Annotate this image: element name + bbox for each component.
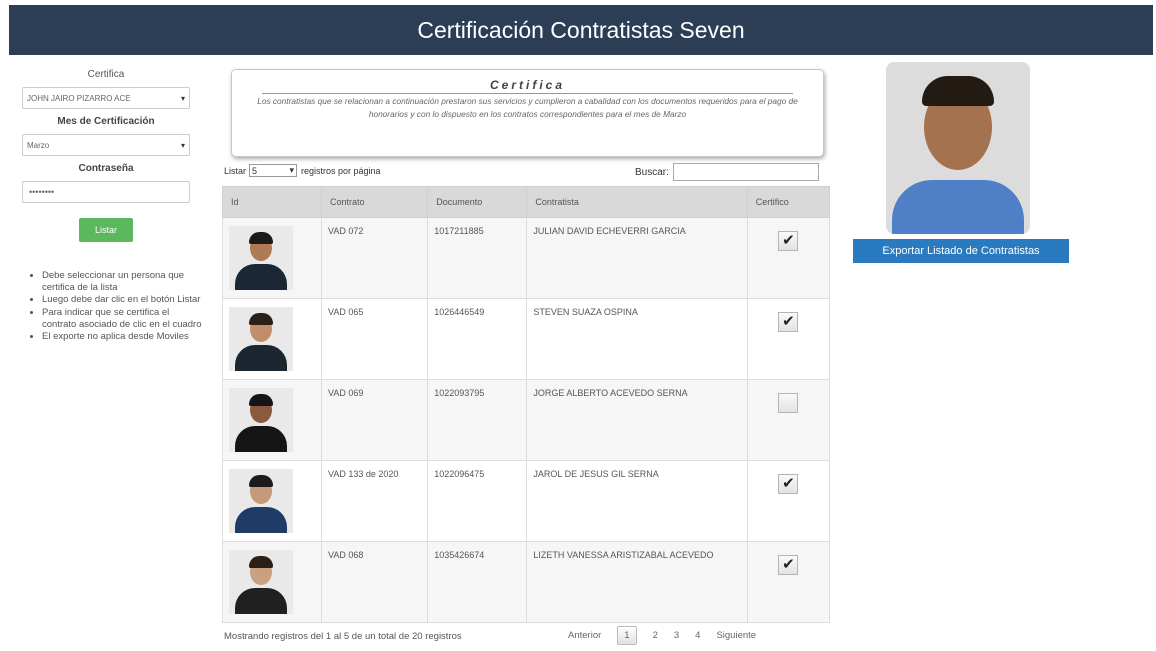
certify-checkbox[interactable]: ✔ xyxy=(778,312,799,332)
contractor-photo-cell xyxy=(221,460,323,542)
page-title: Certificación Contratistas Seven xyxy=(417,16,745,43)
certify-checkbox[interactable]: ✔ xyxy=(778,555,799,575)
instruction-item: Luego debe dar clic en el botón Listar xyxy=(42,294,202,306)
certify-checkbox[interactable]: ✔ xyxy=(778,474,799,494)
cell-contratista: LIZETH VANESSA ARISTIZABAL ACEVEDO xyxy=(526,541,748,623)
pagination-page-2[interactable]: 2 xyxy=(653,630,658,641)
cell-contrato: VAD 133 de 2020 xyxy=(321,460,429,542)
cell-certifico: ✔ xyxy=(746,460,831,542)
column-header-id[interactable]: Id xyxy=(221,186,323,218)
contractors-table: Id Contrato Documento Contratista Certif… xyxy=(221,186,831,623)
search-label: Buscar: xyxy=(635,166,669,178)
password-input[interactable]: •••••••• xyxy=(22,181,190,203)
certification-text: Los contratistas que se relacionan a con… xyxy=(257,96,798,119)
contractor-photo-cell xyxy=(221,379,323,461)
pagination-previous[interactable]: Anterior xyxy=(568,630,601,641)
pagination-next[interactable]: Siguiente xyxy=(716,630,756,641)
instruction-item: El exporte no aplica desde Moviles xyxy=(42,331,202,343)
pagination-page-3[interactable]: 3 xyxy=(674,630,679,641)
page-length-control: Listar 5 ▾ registros por página xyxy=(224,164,381,177)
certifica-label: Certifica xyxy=(87,69,125,80)
dropdown-arrow-icon: ▾ xyxy=(180,140,185,150)
contractor-photo xyxy=(229,226,293,290)
cell-contrato: VAD 068 xyxy=(321,541,429,623)
table-row: VAD 068 1035426674 LIZETH VANESSA ARISTIZA… xyxy=(221,541,831,623)
column-header-documento[interactable]: Documento xyxy=(427,186,528,218)
cell-contratista: JULIAN DAVID ECHEVERRI GARCIA xyxy=(526,217,748,299)
contractor-photo-cell xyxy=(221,541,323,623)
cell-certifico: ✔ xyxy=(746,217,831,299)
page-size-select[interactable]: 5 ▾ xyxy=(249,164,298,177)
certifier-photo xyxy=(886,62,1030,234)
certifica-select-value: JOHN JAIRO PIZARRO ACE xyxy=(27,93,131,103)
cell-contrato: VAD 069 xyxy=(321,379,429,461)
cell-documento: 1022096475 xyxy=(427,460,528,542)
app-header: Certificación Contratistas Seven xyxy=(9,5,1153,55)
cell-documento: 1022093795 xyxy=(427,379,528,461)
filter-panel: Certifica JOHN JAIRO PIZARRO ACE ▾ Mes d… xyxy=(22,68,190,242)
table-row: VAD 065 1026446549 STEVEN SUAZA OSPINA ✔ xyxy=(221,298,831,380)
table-header-row: Id Contrato Documento Contratista Certif… xyxy=(221,186,831,218)
table-row: VAD 072 1017211885 JULIAN DAVID ECHEVERRI … xyxy=(221,217,831,299)
pagination-page-4[interactable]: 4 xyxy=(695,630,700,641)
search-input[interactable] xyxy=(672,163,819,181)
certify-checkbox[interactable]: ✔ xyxy=(778,231,799,251)
cell-documento: 1026446549 xyxy=(427,298,528,380)
listar-button[interactable]: Listar xyxy=(79,218,133,242)
contractor-photo xyxy=(229,550,293,614)
cell-documento: 1017211885 xyxy=(427,217,528,299)
listar-suffix: registros por página xyxy=(301,165,381,176)
table-info: Mostrando registros del 1 al 5 de un tot… xyxy=(224,631,462,642)
contractor-photo xyxy=(229,307,293,371)
dropdown-arrow-icon: ▾ xyxy=(289,165,295,175)
cell-certifico: ✔ xyxy=(746,541,831,623)
cell-contratista: JORGE ALBERTO ACEVEDO SERNA xyxy=(526,379,748,461)
instruction-item: Para indicar que se certifica el contrat… xyxy=(42,307,202,331)
certify-checkbox[interactable] xyxy=(778,393,799,413)
cell-contratista: STEVEN SUAZA OSPINA xyxy=(526,298,748,380)
mes-label: Mes de Certificación xyxy=(57,116,155,127)
cell-contrato: VAD 072 xyxy=(321,217,429,299)
contractor-photo-cell xyxy=(221,298,323,380)
certification-statement: Certifica Los contratistas que se relaci… xyxy=(231,69,824,157)
instruction-item: Debe seleccionar un persona que certific… xyxy=(42,270,202,294)
cell-certifico: ✔ xyxy=(746,298,831,380)
pagination: Anterior 1 2 3 4 Siguiente xyxy=(560,626,764,645)
table-row: VAD 069 1022093795 JORGE ALBERTO ACEVEDO S… xyxy=(221,379,831,461)
export-button[interactable]: Exportar Listado de Contratistas xyxy=(853,239,1069,263)
cell-documento: 1035426674 xyxy=(427,541,528,623)
dropdown-arrow-icon: ▾ xyxy=(180,93,185,103)
instructions-list: Debe seleccionar un persona que certific… xyxy=(32,270,202,343)
pagination-page-1[interactable]: 1 xyxy=(617,626,637,645)
password-value: •••••••• xyxy=(29,187,55,197)
column-header-contrato[interactable]: Contrato xyxy=(321,186,429,218)
mes-select[interactable]: Marzo ▾ xyxy=(22,134,190,156)
page-size-value: 5 xyxy=(252,165,258,176)
search-control: Buscar: xyxy=(635,163,819,181)
cell-certifico xyxy=(746,379,831,461)
mes-select-value: Marzo xyxy=(27,140,50,150)
certifica-select[interactable]: JOHN JAIRO PIZARRO ACE ▾ xyxy=(22,87,190,109)
listar-prefix: Listar xyxy=(224,165,247,176)
cell-contratista: JAROL DE JESUS GIL SERNA xyxy=(526,460,748,542)
contractor-photo xyxy=(229,469,293,533)
cell-contrato: VAD 065 xyxy=(321,298,429,380)
contractor-photo xyxy=(229,388,293,452)
certification-title: Certifica xyxy=(262,78,793,94)
column-header-contratista[interactable]: Contratista xyxy=(526,186,748,218)
contractor-photo-cell xyxy=(221,217,323,299)
password-label: Contraseña xyxy=(78,163,134,174)
table-row: VAD 133 de 2020 1022096475 JAROL DE JESUS … xyxy=(221,460,831,542)
column-header-certifico[interactable]: Certifico xyxy=(746,186,831,218)
